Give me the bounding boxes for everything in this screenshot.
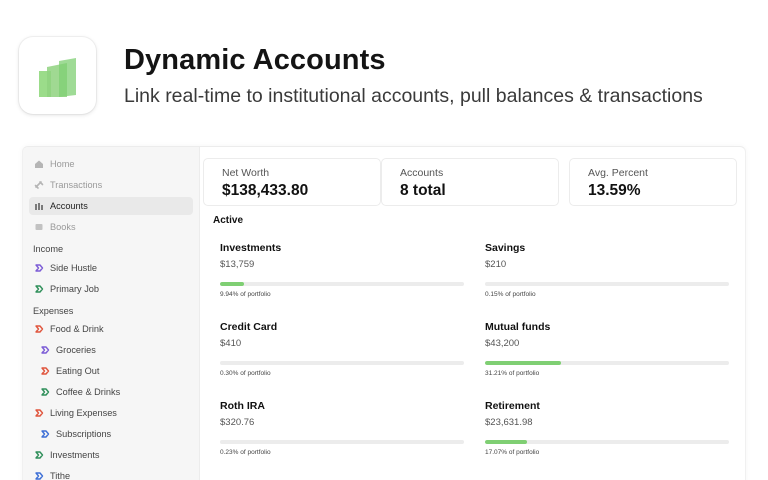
account-balance: $210 [485, 259, 507, 270]
bank-icon [34, 201, 44, 211]
portfolio-progress-bar [220, 282, 464, 286]
sidebar-item-label: Food & Drink [50, 324, 104, 334]
sidebar-item-label: Books [50, 222, 76, 232]
category-chevron-icon [40, 345, 50, 355]
sidebar-item-transactions[interactable]: Transactions [29, 176, 193, 194]
sidebar-item-side-hustle[interactable]: Side Hustle [34, 259, 97, 277]
sidebar: Home Transactions Accounts Books Income [23, 147, 200, 480]
portfolio-progress-bar [485, 440, 729, 444]
category-chevron-icon [34, 471, 44, 480]
category-chevron-icon [40, 366, 50, 376]
account-name: Retirement [485, 400, 540, 412]
account-card-investments[interactable]: Investments $13,759 9.94% of portfolio [220, 242, 464, 312]
bar-chart-logo-icon [39, 58, 76, 97]
stat-card-accounts: Accounts 8 total [381, 158, 559, 206]
portfolio-share-text: 0.15% of portfolio [485, 291, 536, 298]
account-balance: $23,631.98 [485, 417, 533, 428]
sidebar-item-food-drink[interactable]: Food & Drink [34, 320, 104, 338]
link-icon [34, 180, 44, 190]
portfolio-progress-bar [220, 440, 464, 444]
stat-card-avg-percent: Avg. Percent 13.59% [569, 158, 737, 206]
portfolio-progress-bar [220, 361, 464, 365]
sidebar-item-groceries[interactable]: Groceries [40, 341, 96, 359]
book-icon [34, 222, 44, 232]
sidebar-item-label: Accounts [50, 201, 88, 211]
sidebar-item-label: Tithe [50, 471, 71, 480]
account-card-roth-ira[interactable]: Roth IRA $320.76 0.23% of portfolio [220, 400, 464, 470]
account-balance: $43,200 [485, 338, 520, 349]
stat-label: Net Worth [222, 167, 270, 179]
sidebar-item-label: Home [50, 159, 75, 169]
sidebar-item-label: Coffee & Drinks [56, 387, 121, 397]
sidebar-item-label: Primary Job [50, 284, 100, 294]
expenses-section-label: Expenses [33, 306, 74, 316]
hero-title: Dynamic Accounts [124, 44, 386, 76]
portfolio-progress-fill [485, 440, 527, 444]
category-chevron-icon [34, 263, 44, 273]
portfolio-progress-bar [485, 282, 729, 286]
category-chevron-icon [34, 284, 44, 294]
portfolio-share-text: 31.21% of portfolio [485, 370, 540, 377]
portfolio-progress-fill [485, 361, 562, 365]
portfolio-share-text: 0.23% of portfolio [220, 449, 271, 456]
sidebar-item-coffee-drinks[interactable]: Coffee & Drinks [40, 383, 120, 401]
home-icon [34, 159, 44, 169]
stat-card-net-worth: Net Worth $138,433.80 [203, 158, 381, 206]
app-logo [19, 37, 96, 114]
active-section-heading: Active [213, 215, 244, 226]
stat-label: Avg. Percent [588, 167, 648, 179]
account-card-mutual-funds[interactable]: Mutual funds $43,200 31.21% of portfolio [485, 321, 729, 391]
sidebar-item-books[interactable]: Books [29, 218, 193, 236]
portfolio-progress-bar [485, 361, 729, 365]
category-chevron-icon [34, 450, 44, 460]
sidebar-item-tithe[interactable]: Tithe [34, 467, 70, 480]
hero-subtitle: Link real-time to institutional accounts… [124, 85, 703, 107]
account-name: Investments [220, 242, 282, 254]
stat-value: 13.59% [588, 182, 641, 199]
account-card-savings[interactable]: Savings $210 0.15% of portfolio [485, 242, 729, 312]
sidebar-item-label: Groceries [56, 345, 96, 355]
category-chevron-icon [34, 324, 44, 334]
account-name: Mutual funds [485, 321, 551, 333]
category-chevron-icon [40, 429, 50, 439]
portfolio-share-text: 17.07% of portfolio [485, 449, 540, 456]
sidebar-item-accounts[interactable]: Accounts [29, 197, 193, 215]
portfolio-progress-fill [220, 282, 245, 286]
account-card-credit-card[interactable]: Credit Card $410 0.30% of portfolio [220, 321, 464, 391]
account-balance: $13,759 [220, 259, 255, 270]
portfolio-share-text: 9.94% of portfolio [220, 291, 271, 298]
account-name: Savings [485, 242, 526, 254]
main-content: Net Worth $138,433.80 Accounts 8 total A… [201, 147, 745, 480]
account-name: Roth IRA [220, 400, 265, 412]
account-balance: $320.76 [220, 417, 255, 428]
sidebar-item-label: Transactions [50, 180, 103, 190]
sidebar-item-subscriptions[interactable]: Subscriptions [40, 425, 111, 443]
sidebar-item-primary-job[interactable]: Primary Job [34, 280, 99, 298]
portfolio-share-text: 0.30% of portfolio [220, 370, 271, 377]
stat-value: $138,433.80 [222, 182, 309, 199]
stat-label: Accounts [400, 167, 444, 179]
sidebar-item-eating-out[interactable]: Eating Out [40, 362, 99, 380]
app-window: Home Transactions Accounts Books Income [22, 146, 746, 480]
category-chevron-icon [40, 387, 50, 397]
category-chevron-icon [34, 408, 44, 418]
sidebar-item-home[interactable]: Home [29, 155, 193, 173]
income-section-label: Income [33, 244, 64, 254]
account-card-retirement[interactable]: Retirement $23,631.98 17.07% of portfoli… [485, 400, 729, 470]
sidebar-item-label: Living Expenses [50, 408, 117, 418]
sidebar-item-label: Investments [50, 450, 100, 460]
sidebar-item-label: Subscriptions [56, 429, 112, 439]
sidebar-item-living-expenses[interactable]: Living Expenses [34, 404, 117, 422]
account-name: Credit Card [220, 321, 278, 333]
stat-value: 8 total [400, 182, 446, 199]
account-balance: $410 [220, 338, 242, 349]
sidebar-item-label: Eating Out [56, 366, 100, 376]
sidebar-item-label: Side Hustle [50, 263, 97, 273]
sidebar-item-investments[interactable]: Investments [34, 446, 100, 464]
